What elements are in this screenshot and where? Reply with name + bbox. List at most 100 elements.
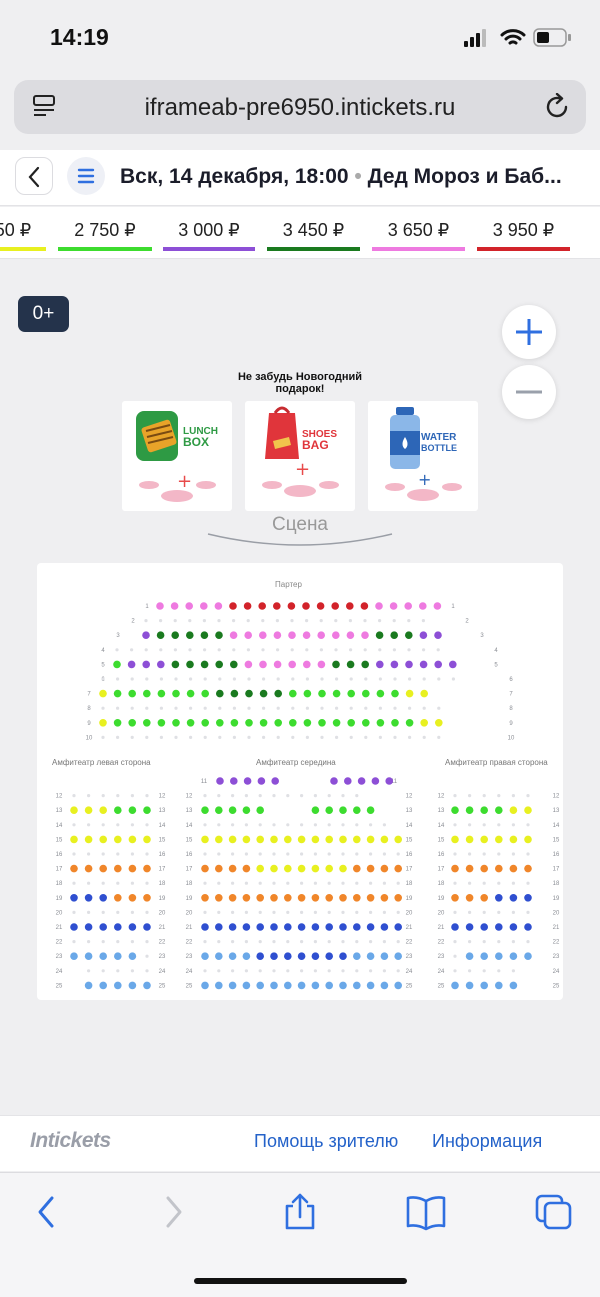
parterre-seat[interactable] bbox=[332, 689, 341, 698]
address-bar[interactable]: iframeab-pre6950.intickets.ru bbox=[14, 80, 586, 134]
amph-right-seat[interactable] bbox=[451, 835, 459, 844]
share-icon[interactable] bbox=[278, 1192, 322, 1232]
amph-right-seat[interactable] bbox=[480, 835, 489, 844]
amph-middle-seat[interactable] bbox=[380, 952, 389, 960]
parterre-seat[interactable] bbox=[142, 660, 150, 669]
amph-right-seat[interactable] bbox=[509, 894, 518, 902]
amph-right-seat[interactable] bbox=[451, 806, 459, 814]
amph-middle-seat[interactable] bbox=[339, 923, 347, 931]
amph-middle-seat[interactable] bbox=[284, 835, 292, 844]
amph-left-seat[interactable] bbox=[99, 835, 107, 844]
price-filter-6[interactable]: 3 950 ₽ bbox=[477, 220, 570, 251]
amph-middle-seat[interactable] bbox=[257, 777, 266, 785]
amph-middle-seat[interactable] bbox=[353, 835, 361, 844]
menu-button[interactable] bbox=[67, 157, 105, 195]
amph-right-seat[interactable] bbox=[509, 923, 518, 931]
amph-right-seat[interactable] bbox=[524, 952, 532, 960]
parterre-seat[interactable] bbox=[289, 689, 297, 698]
amph-middle-seat[interactable] bbox=[228, 952, 237, 960]
amph-middle-seat[interactable] bbox=[339, 864, 347, 873]
amph-middle-seat[interactable] bbox=[228, 923, 237, 931]
parterre-seat[interactable] bbox=[185, 602, 193, 610]
bookmarks-icon[interactable] bbox=[404, 1192, 448, 1232]
amph-middle-seat[interactable] bbox=[256, 806, 264, 814]
parterre-seat[interactable] bbox=[360, 602, 369, 610]
amph-middle-seat[interactable] bbox=[325, 806, 334, 814]
amph-left-seat[interactable] bbox=[70, 952, 78, 960]
amph-left-seat[interactable] bbox=[70, 923, 78, 931]
amph-left-seat[interactable] bbox=[143, 981, 151, 990]
parterre-seat[interactable] bbox=[215, 631, 223, 639]
amph-middle-seat[interactable] bbox=[215, 806, 223, 814]
parterre-seat[interactable] bbox=[243, 602, 252, 610]
price-filter-4[interactable]: 3 450 ₽ bbox=[267, 220, 360, 251]
amph-right-seat[interactable] bbox=[509, 806, 518, 814]
parterre-seat[interactable] bbox=[404, 602, 413, 610]
parterre-seat[interactable] bbox=[376, 719, 385, 727]
amph-right-seat[interactable] bbox=[495, 864, 503, 873]
amph-middle-seat[interactable] bbox=[270, 864, 278, 873]
amph-left-seat[interactable] bbox=[143, 923, 151, 931]
amph-left-seat[interactable] bbox=[99, 952, 107, 960]
reload-icon[interactable] bbox=[544, 93, 572, 121]
parterre-seat[interactable] bbox=[200, 660, 209, 669]
parterre-seat[interactable] bbox=[128, 719, 136, 727]
parterre-seat[interactable] bbox=[389, 602, 398, 610]
amph-middle-seat[interactable] bbox=[325, 952, 334, 960]
parterre-seat[interactable] bbox=[391, 689, 399, 698]
amph-middle-seat[interactable] bbox=[256, 981, 264, 990]
parterre-seat[interactable] bbox=[258, 602, 266, 610]
amph-right-seat[interactable] bbox=[480, 894, 489, 902]
amph-middle-seat[interactable] bbox=[201, 894, 209, 902]
parterre-seat[interactable] bbox=[170, 602, 179, 610]
parterre-seat[interactable] bbox=[303, 660, 311, 669]
parterre-seat[interactable] bbox=[229, 602, 237, 610]
amph-middle-seat[interactable] bbox=[311, 835, 320, 844]
amph-right-seat[interactable] bbox=[451, 923, 459, 931]
amph-middle-seat[interactable] bbox=[215, 952, 223, 960]
price-filter-3[interactable]: 3 000 ₽ bbox=[163, 220, 255, 251]
parterre-seat[interactable] bbox=[245, 719, 253, 727]
amph-right-seat[interactable] bbox=[480, 923, 489, 931]
tabs-icon[interactable] bbox=[532, 1192, 576, 1232]
parterre-seat[interactable] bbox=[434, 660, 443, 669]
amph-right-seat[interactable] bbox=[465, 864, 474, 873]
amph-left-seat[interactable] bbox=[84, 894, 93, 902]
amph-middle-seat[interactable] bbox=[215, 894, 223, 902]
amph-middle-seat[interactable] bbox=[394, 981, 403, 990]
amph-right-seat[interactable] bbox=[509, 981, 518, 990]
price-filter-5[interactable]: 3 650 ₽ bbox=[372, 220, 465, 251]
amph-left-seat[interactable] bbox=[128, 835, 137, 844]
amph-middle-seat[interactable] bbox=[366, 835, 375, 844]
amph-left-seat[interactable] bbox=[143, 806, 151, 814]
amph-middle-seat[interactable] bbox=[270, 981, 278, 990]
parterre-seat[interactable] bbox=[390, 631, 399, 639]
parterre-seat[interactable] bbox=[316, 602, 325, 610]
parterre-seat[interactable] bbox=[244, 631, 252, 639]
parterre-seat[interactable] bbox=[361, 660, 370, 669]
amph-right-seat[interactable] bbox=[495, 806, 503, 814]
parterre-seat[interactable] bbox=[157, 660, 165, 669]
parterre-seat[interactable] bbox=[435, 719, 443, 727]
amph-middle-seat[interactable] bbox=[339, 835, 347, 844]
parterre-seat[interactable] bbox=[303, 689, 312, 698]
amph-right-seat[interactable] bbox=[524, 923, 532, 931]
parterre-seat[interactable] bbox=[332, 660, 340, 669]
amph-left-seat[interactable] bbox=[99, 806, 107, 814]
amph-middle-seat[interactable] bbox=[380, 835, 389, 844]
parterre-seat[interactable] bbox=[200, 631, 209, 639]
amph-middle-seat[interactable] bbox=[256, 864, 264, 873]
parterre-seat[interactable] bbox=[216, 719, 224, 727]
amph-middle-seat[interactable] bbox=[385, 777, 394, 785]
parterre-seat[interactable] bbox=[347, 689, 356, 698]
amph-left-seat[interactable] bbox=[99, 923, 107, 931]
parterre-seat[interactable] bbox=[433, 602, 442, 610]
amph-left-seat[interactable] bbox=[84, 952, 93, 960]
parterre-seat[interactable] bbox=[332, 719, 341, 727]
amph-left-seat[interactable] bbox=[84, 806, 93, 814]
parterre-seat[interactable] bbox=[361, 631, 369, 639]
parterre-seat[interactable] bbox=[405, 660, 413, 669]
parterre-seat[interactable] bbox=[332, 631, 340, 639]
amph-left-seat[interactable] bbox=[114, 864, 122, 873]
amph-middle-seat[interactable] bbox=[228, 864, 237, 873]
